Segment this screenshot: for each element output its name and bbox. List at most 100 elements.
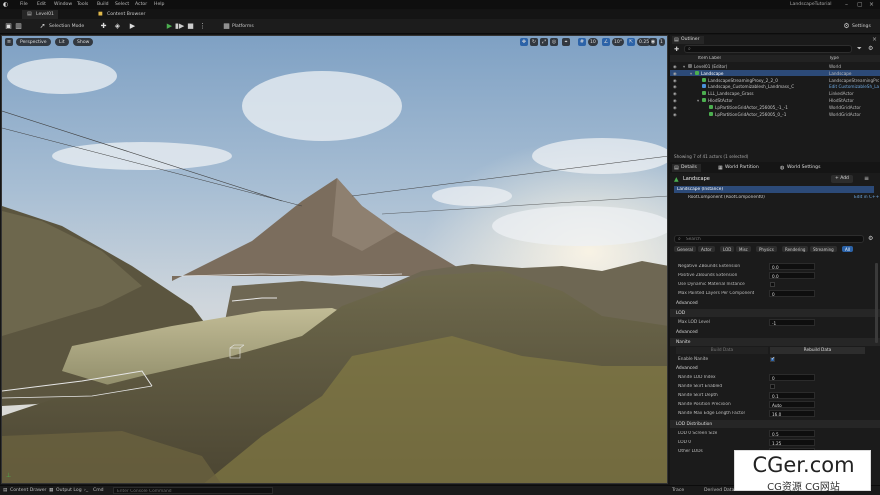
menu-actor[interactable]: Actor [135,2,147,7]
build-data-button[interactable]: Build Data [676,347,768,354]
property-value-input[interactable]: 0 [769,374,815,381]
filter-chip[interactable]: Physics [756,246,777,252]
filter-chip[interactable]: Misc [736,246,751,252]
property-value-input[interactable]: 16.0 [769,410,815,417]
visibility-eye-icon[interactable]: ◉ [673,98,677,103]
instance-row[interactable]: Landscape (Instance) [674,186,874,193]
details-search-input[interactable]: ⌕ Search [674,235,864,243]
world-local-icon[interactable]: ◎ [550,38,558,46]
edit-in-cpp-link[interactable]: Edit in C++ [854,195,879,200]
details-scrollbar[interactable] [875,263,878,343]
filter-chip[interactable]: LOD [720,246,735,252]
filter-chip[interactable]: Rendering [782,246,809,252]
save-icon[interactable]: ▣ [4,22,13,31]
property-checkbox[interactable] [770,281,775,287]
camera-speed-value[interactable]: 1 [659,38,665,46]
filter-chip[interactable]: General [674,246,696,252]
property-value-input[interactable]: 0.5 [769,430,815,437]
derived-data-button[interactable]: Derived Data [704,488,734,493]
details-tab[interactable]: ▤ Details [672,164,701,172]
menu-select[interactable]: Select [115,2,129,7]
add-actor-icon[interactable]: ✚ [99,22,108,31]
outliner-row[interactable]: ◉ LandscapeStreamingProxy_2_2_0 LandscapeS… [670,77,880,84]
lod-advanced-toggle[interactable]: Advanced [670,328,880,336]
property-checkbox[interactable] [770,383,775,389]
step-icon[interactable]: ▮▶ [175,22,184,31]
property-value-input[interactable]: 0 [769,290,815,297]
add-filter-icon[interactable]: ✚ [674,46,679,53]
grid-snap-value[interactable]: 10 [588,38,598,46]
lod-section-header[interactable]: LOD [670,309,880,317]
surface-snap-icon[interactable]: ⌖ [562,38,570,46]
show-button[interactable]: Show [73,38,94,46]
add-component-button[interactable]: + Add [831,175,853,183]
settings-button[interactable]: Settings [852,24,871,29]
translate-icon[interactable]: ✥ [520,38,528,46]
nanite-section-header[interactable]: Nanite [670,338,880,346]
perspective-button[interactable]: Perspective [16,38,51,46]
outliner-row[interactable]: ◉ ▾ Landscape Landscape [670,69,880,77]
unreal-logo-icon[interactable]: ◐ [3,1,8,8]
lod-distribution-header[interactable]: LOD Distribution [670,420,880,428]
trace-button[interactable]: Trace [672,488,684,493]
browse-icon[interactable]: ▥ [14,22,23,31]
outliner-settings-icon[interactable]: ⚙ [868,45,873,52]
filter-chip[interactable]: Actor [698,246,715,252]
scale-snap-icon[interactable]: ⇱ [627,38,635,46]
filter-chip[interactable]: All [842,246,853,252]
outliner-row[interactable]: ◉ LLL_Landscape_Grass LinkedActor [670,90,880,97]
viewport-menu-icon[interactable]: ≡ [5,38,13,46]
close-outliner-icon[interactable]: × [872,36,877,43]
stop-icon[interactable]: ■ [186,22,195,31]
outliner-row[interactable]: ◉ ▾ HlodStActor HlodStActor [670,97,880,104]
blueprint-icon[interactable]: ◈ [113,22,122,31]
expand-arrow-icon[interactable]: ▾ [697,98,699,103]
root-component-item[interactable]: RootComponent (RootComponent0) [688,195,765,200]
outliner-row[interactable]: ◉ LpPartitionGridActor_256005_-1_-1 WorldG… [670,104,880,111]
outliner-row[interactable]: ◉ Landscape_Customizablesh_Landmass_C Edit… [670,83,880,90]
outliner-tab[interactable]: ▤ Outliner [672,36,704,44]
world-partition-tab[interactable]: ▦ World Partition [716,164,763,172]
content-drawer-button[interactable]: Content Drawer [10,488,46,493]
property-value-input[interactable]: 0.1 [769,392,815,399]
outliner-row[interactable]: ◉ ▾ Level01 (Editor) World [670,63,880,70]
column-type[interactable]: Type [829,56,839,61]
advanced-toggle[interactable]: Advanced [670,299,880,307]
column-item-label[interactable]: Item Label [698,56,721,61]
camera-speed-icon[interactable]: ◉ [649,38,657,46]
minimize-icon[interactable]: – [845,1,848,8]
outliner-search-input[interactable]: ⌕ [684,45,852,53]
angle-snap-icon[interactable]: ∠ [602,38,610,46]
grid-snap-icon[interactable]: # [578,38,586,46]
details-settings-icon[interactable]: ⚙ [868,235,873,242]
console-command-input[interactable]: Enter Console Command [113,487,273,494]
maximize-icon[interactable]: ▢ [857,1,863,8]
property-value-input[interactable]: 1.25 [769,439,815,446]
scale-icon[interactable]: ⤢ [540,38,548,46]
lit-button[interactable]: Lit [55,38,69,46]
menu-edit[interactable]: Edit [37,2,46,7]
platforms-dropdown[interactable]: Platforms [232,24,254,29]
expand-arrow-icon[interactable]: ▾ [683,64,685,69]
menu-file[interactable]: File [20,2,28,7]
property-value-input[interactable]: Auto [769,401,815,408]
visibility-eye-icon[interactable]: ◉ [673,112,677,117]
visibility-eye-icon[interactable]: ◉ [673,71,677,76]
tab-level[interactable]: ▤ Level01 [22,10,58,19]
close-icon[interactable]: × [869,1,874,8]
visibility-eye-icon[interactable]: ◉ [673,105,677,110]
play-options-icon[interactable]: ⋮ [198,22,207,31]
outliner-row[interactable]: ◉ LpPartitionGridActor_256005_0_-1 WorldGr… [670,111,880,118]
angle-snap-value[interactable]: 10° [612,38,625,46]
world-settings-tab[interactable]: ◍ World Settings [778,164,824,172]
property-value-input[interactable]: 0.0 [769,272,815,279]
nanite-advanced-toggle[interactable]: Advanced [670,364,880,372]
max-lod-input[interactable]: -1 [769,319,815,326]
menu-window[interactable]: Window [54,2,72,7]
sequencer-icon[interactable]: ▶ [128,22,137,31]
rotate-icon[interactable]: ↻ [530,38,538,46]
menu-tools[interactable]: Tools [77,2,88,7]
property-value-input[interactable]: 0.0 [769,263,815,270]
cmd-dropdown[interactable]: Cmd [93,488,104,493]
enable-nanite-checkbox[interactable]: ✓ [770,356,775,362]
